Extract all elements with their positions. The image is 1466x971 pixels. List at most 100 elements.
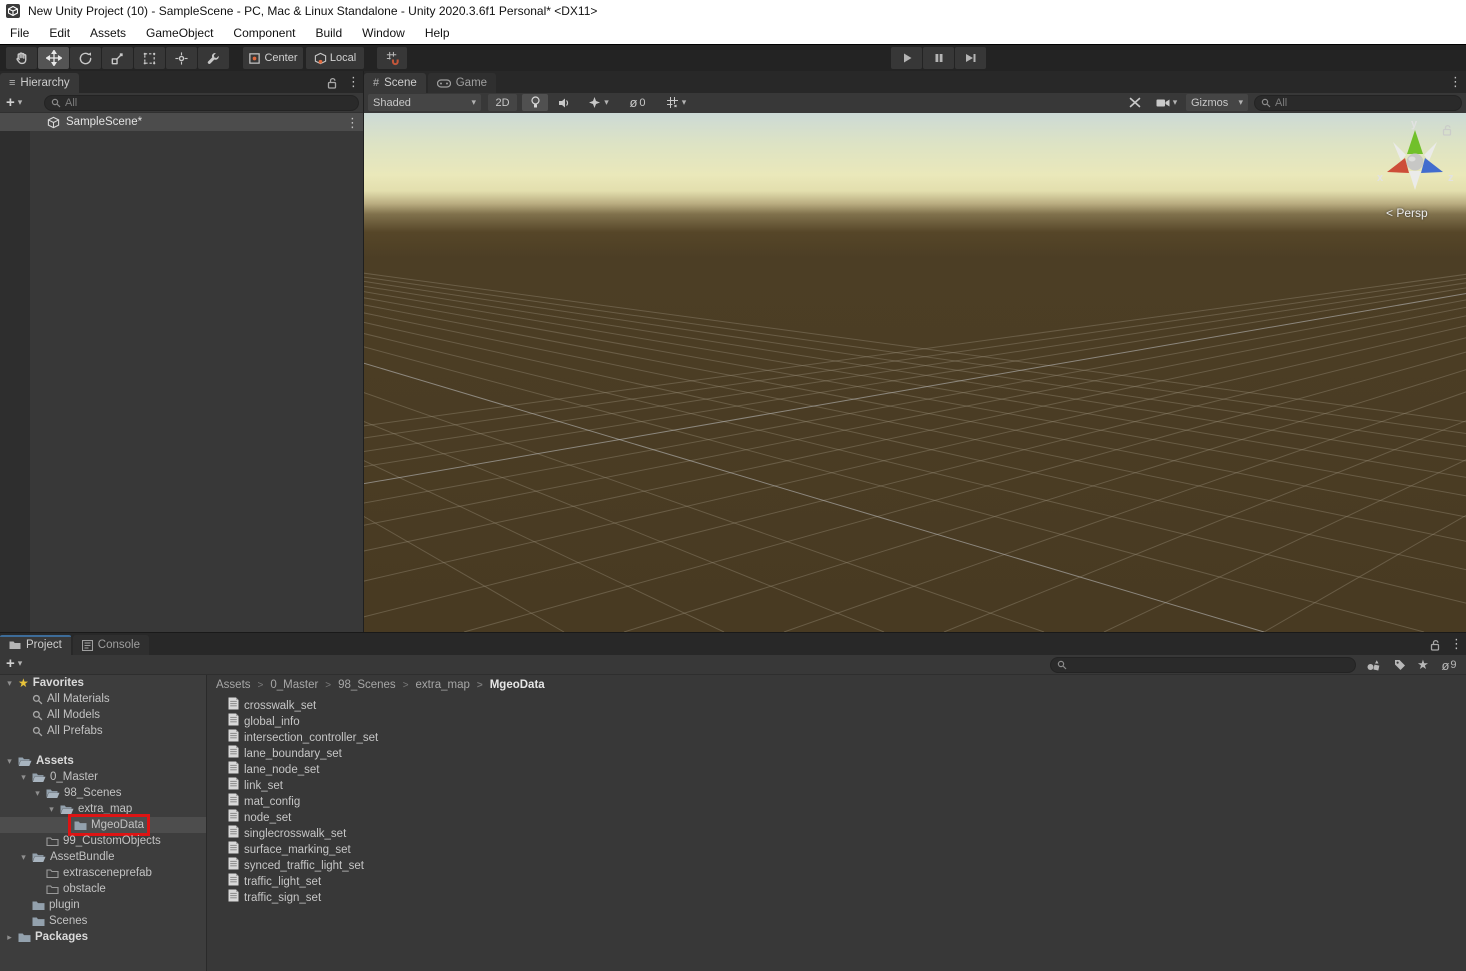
project-add-button[interactable]: + ▾: [6, 655, 22, 672]
asset-file-row[interactable]: surface_marking_set: [207, 842, 1466, 858]
tree-item[interactable]: ★ All Models: [0, 707, 206, 723]
tree-item[interactable]: ★ plugin: [0, 897, 206, 913]
project-visibility-button[interactable]: ø 9: [1434, 657, 1464, 673]
expand-arrow-icon[interactable]: [4, 756, 15, 767]
hierarchy-scene-row[interactable]: SampleScene* ⋮: [0, 113, 363, 131]
scale-tool-button[interactable]: [102, 47, 133, 69]
menu-item[interactable]: Assets: [80, 22, 136, 44]
asset-file-row[interactable]: link_set: [207, 778, 1466, 794]
menu-item[interactable]: GameObject: [136, 22, 223, 44]
scene-search-input[interactable]: [1275, 97, 1455, 109]
shading-mode-dropdown[interactable]: Shaded ▾: [368, 94, 481, 111]
grid-snapping-button[interactable]: [377, 47, 407, 69]
favorites-star-icon[interactable]: ★: [1412, 657, 1434, 673]
scene-audio-button[interactable]: [551, 94, 577, 111]
rect-tool-button[interactable]: [134, 47, 165, 69]
tab-project[interactable]: Project: [0, 635, 71, 655]
tree-item[interactable]: ★ Favorites: [0, 675, 206, 691]
tree-item[interactable]: ★ 0_Master: [0, 769, 206, 785]
tab-game[interactable]: Game: [428, 73, 496, 93]
asset-file-row[interactable]: global_info: [207, 714, 1466, 730]
tree-item[interactable]: ★ All Materials: [0, 691, 206, 707]
hierarchy-search-input[interactable]: [65, 97, 352, 109]
tree-item[interactable]: ★ MgeoData: [0, 817, 206, 833]
play-button[interactable]: [891, 47, 922, 69]
tree-item[interactable]: ★ extra_map: [0, 801, 206, 817]
project-search-input[interactable]: [1071, 659, 1349, 671]
asset-file-row[interactable]: singlecrosswalk_set: [207, 826, 1466, 842]
breadcrumb-item[interactable]: 98_Scenes: [318, 679, 395, 691]
breadcrumb-item[interactable]: Assets: [216, 679, 251, 691]
custom-tool-button[interactable]: [198, 47, 229, 69]
tree-item[interactable]: ★ Assets: [0, 753, 206, 769]
expand-arrow-icon[interactable]: [4, 678, 15, 689]
asset-file-row[interactable]: lane_boundary_set: [207, 746, 1466, 762]
asset-file-row[interactable]: traffic_light_set: [207, 874, 1466, 890]
gizmo-lock-icon[interactable]: [1442, 123, 1453, 141]
scene-row-menu-icon[interactable]: ⋮: [346, 115, 359, 131]
hand-tool-button[interactable]: [6, 47, 37, 69]
pivot-local-button[interactable]: Local: [306, 47, 364, 69]
scene-search-field[interactable]: [1254, 95, 1462, 111]
hierarchy-body[interactable]: [0, 131, 363, 632]
tab-scene[interactable]: # Scene: [364, 73, 426, 93]
expand-arrow-icon[interactable]: [32, 788, 43, 799]
perspective-toggle[interactable]: Persp: [1386, 206, 1428, 220]
menu-item[interactable]: Build: [305, 22, 352, 44]
move-tool-button[interactable]: [38, 47, 69, 69]
asset-file-row[interactable]: node_set: [207, 810, 1466, 826]
pause-button[interactable]: [923, 47, 954, 69]
expand-arrow-icon[interactable]: [18, 852, 29, 863]
scene-lighting-button[interactable]: [522, 94, 548, 111]
step-button[interactable]: [955, 47, 986, 69]
breadcrumb-item[interactable]: MgeoData: [470, 679, 545, 691]
hierarchy-search-field[interactable]: [44, 95, 359, 111]
project-menu-icon[interactable]: ⋮: [1450, 636, 1463, 652]
project-search-field[interactable]: [1050, 657, 1356, 673]
tree-item[interactable]: ★ extrasceneprefab: [0, 865, 206, 881]
asset-file-row[interactable]: intersection_controller_set: [207, 730, 1466, 746]
asset-file-row[interactable]: synced_traffic_light_set: [207, 858, 1466, 874]
rotate-tool-button[interactable]: [70, 47, 101, 69]
expand-arrow-icon[interactable]: [46, 804, 57, 815]
project-lock-icon[interactable]: [1430, 638, 1441, 656]
scene-effects-dropdown[interactable]: ▾: [580, 94, 617, 111]
scene-camera-dropdown[interactable]: ▾: [1150, 94, 1183, 111]
tab-console[interactable]: Console: [73, 635, 149, 655]
pivot-center-button[interactable]: Center: [243, 47, 303, 69]
scene-tools-button[interactable]: [1122, 94, 1147, 111]
2d-toggle-button[interactable]: 2D: [488, 94, 517, 111]
tree-item[interactable]: ★ obstacle: [0, 881, 206, 897]
hierarchy-menu-icon[interactable]: ⋮: [347, 74, 360, 90]
tree-item[interactable]: ★ 99_CustomObjects: [0, 833, 206, 849]
scene-visibility-button[interactable]: ø 0: [621, 94, 654, 111]
menu-item[interactable]: Help: [415, 22, 460, 44]
hierarchy-add-button[interactable]: + ▾: [6, 94, 22, 111]
tree-item[interactable]: ★ 98_Scenes: [0, 785, 206, 801]
expand-arrow-icon[interactable]: [4, 932, 15, 943]
menu-item[interactable]: Edit: [39, 22, 80, 44]
asset-file-row[interactable]: crosswalk_set: [207, 698, 1466, 714]
scene-panel-menu-icon[interactable]: ⋮: [1449, 74, 1462, 90]
scene-viewport[interactable]: x y z Persp: [364, 113, 1466, 632]
search-by-type-icon[interactable]: [1362, 657, 1384, 673]
tree-item[interactable]: ★ Packages: [0, 929, 206, 945]
transform-tool-button[interactable]: [166, 47, 197, 69]
asset-file-row[interactable]: traffic_sign_set: [207, 890, 1466, 906]
tab-hierarchy[interactable]: ≡ Hierarchy: [0, 73, 79, 93]
gizmos-dropdown[interactable]: Gizmos ▾: [1186, 94, 1248, 111]
tree-item[interactable]: ★: [0, 739, 206, 753]
menu-item[interactable]: Window: [352, 22, 415, 44]
asset-file-row[interactable]: lane_node_set: [207, 762, 1466, 778]
menu-item[interactable]: Component: [223, 22, 305, 44]
hierarchy-lock-icon[interactable]: [327, 76, 338, 94]
breadcrumb-item[interactable]: 0_Master: [251, 679, 319, 691]
expand-arrow-icon[interactable]: [18, 772, 29, 783]
tree-item[interactable]: ★ AssetBundle: [0, 849, 206, 865]
tree-item[interactable]: ★ Scenes: [0, 913, 206, 929]
scene-grid-dropdown[interactable]: ▾: [656, 94, 696, 111]
menu-item[interactable]: File: [0, 22, 39, 44]
search-by-label-icon[interactable]: [1388, 657, 1410, 673]
tree-item[interactable]: ★ All Prefabs: [0, 723, 206, 739]
asset-file-row[interactable]: mat_config: [207, 794, 1466, 810]
